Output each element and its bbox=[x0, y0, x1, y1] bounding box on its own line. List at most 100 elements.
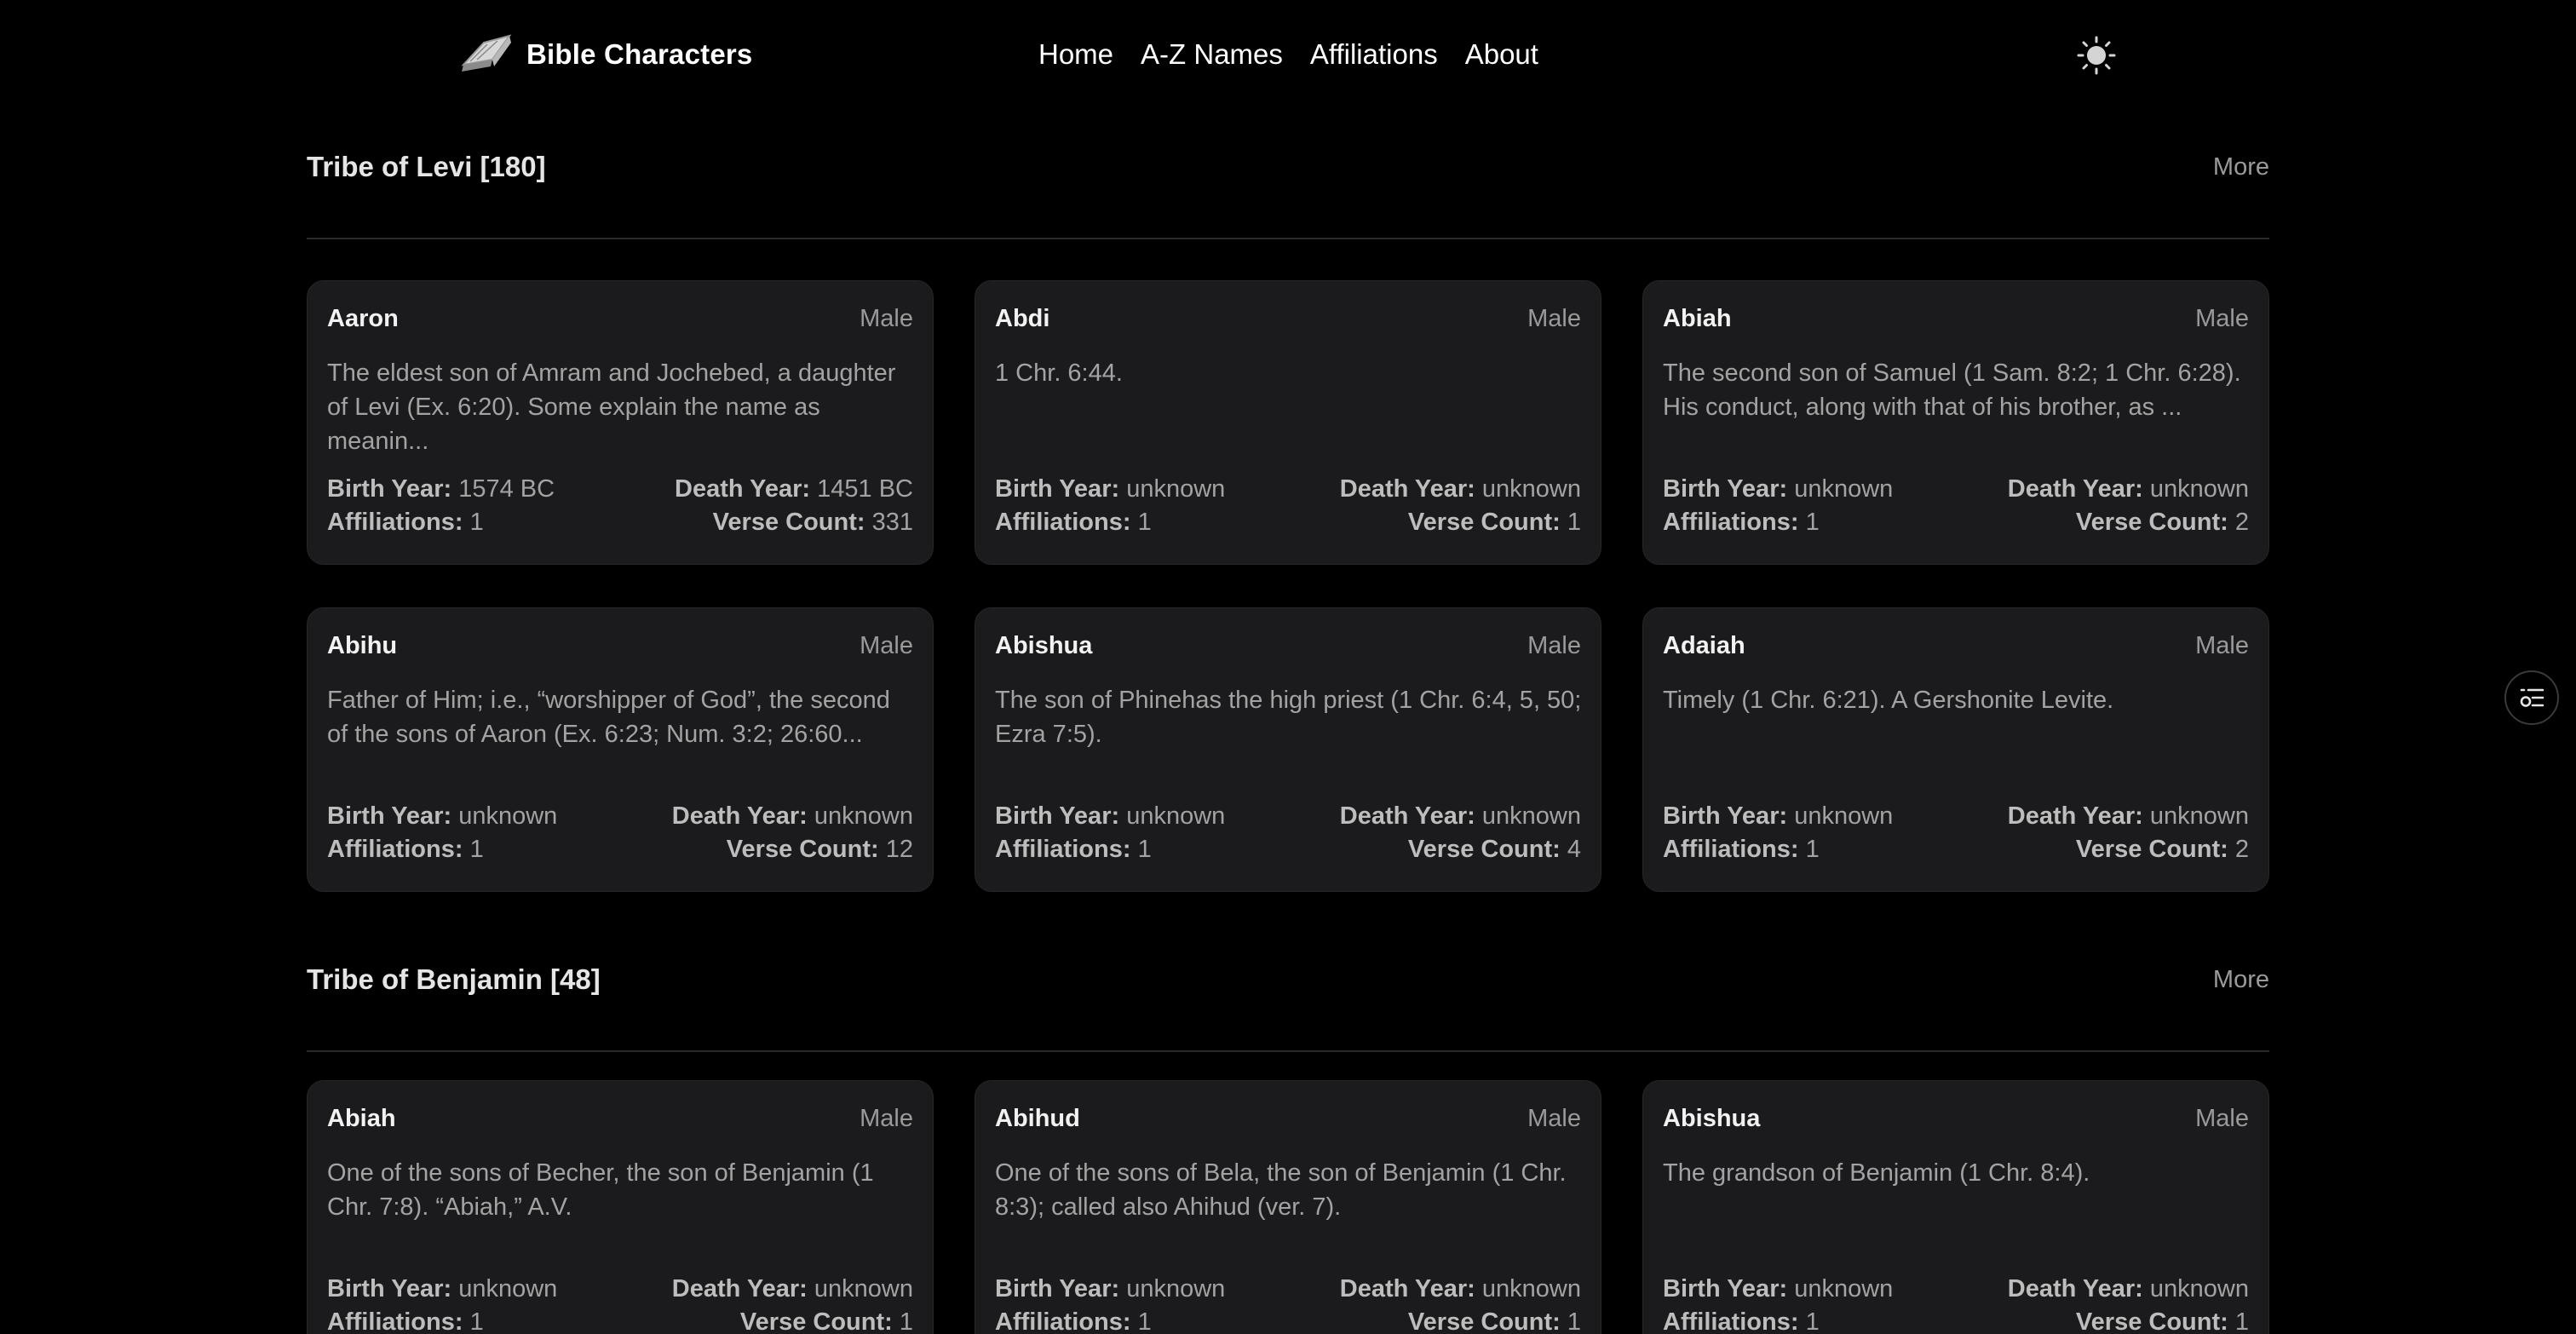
character-card[interactable]: Abishua Male The son of Phinehas the hig… bbox=[975, 607, 1601, 892]
death-year: Death Year: 1451 BC bbox=[675, 474, 913, 504]
character-gender: Male bbox=[1527, 632, 1581, 659]
character-card[interactable]: Abdi Male 1 Chr. 6:44. Birth Year: unkno… bbox=[975, 280, 1601, 565]
birth-year: Birth Year: unknown bbox=[327, 1274, 557, 1304]
affiliations-label: Affiliations: bbox=[995, 836, 1131, 863]
character-description: One of the sons of Bela, the son of Benj… bbox=[995, 1159, 1567, 1221]
verse-count-label: Verse Count: bbox=[726, 836, 879, 863]
character-description: The grandson of Benjamin (1 Chr. 8:4). bbox=[1663, 1159, 2090, 1187]
verse-count-value: 1 bbox=[1567, 1308, 1581, 1334]
death-year: Death Year: unknown bbox=[2008, 474, 2249, 504]
verse-count: Verse Count: 1 bbox=[2076, 1307, 2249, 1334]
affiliations-value: 1 bbox=[1805, 509, 1820, 536]
filter-button[interactable] bbox=[2504, 670, 2559, 725]
site-header: Bible Characters Home A-Z Names Affiliat… bbox=[0, 0, 2576, 111]
affiliations-count: Affiliations: 1 bbox=[1663, 507, 1820, 538]
character-name: Abiah bbox=[327, 1105, 396, 1132]
character-card[interactable]: Abihud Male One of the sons of Bela, the… bbox=[975, 1080, 1601, 1334]
character-name: Abiah bbox=[1663, 305, 1732, 332]
character-gender: Male bbox=[1527, 1105, 1581, 1132]
verse-count: Verse Count: 1 bbox=[740, 1307, 913, 1334]
death-year-label: Death Year: bbox=[2007, 802, 2143, 830]
birth-year: Birth Year: unknown bbox=[1663, 474, 1893, 504]
character-gender: Male bbox=[2195, 632, 2249, 659]
verse-count-label: Verse Count: bbox=[1407, 509, 1561, 536]
nav-about[interactable]: About bbox=[1465, 38, 1538, 71]
birth-year-label: Birth Year: bbox=[995, 475, 1120, 503]
death-year: Death Year: unknown bbox=[672, 801, 913, 831]
affiliations-count: Affiliations: 1 bbox=[1663, 834, 1820, 865]
character-card[interactable]: Aaron Male The eldest son of Amram and J… bbox=[307, 280, 934, 565]
birth-year: Birth Year: unknown bbox=[1663, 1274, 1893, 1304]
character-name: Abishua bbox=[995, 632, 1093, 659]
character-description: Timely (1 Chr. 6:21). A Gershonite Levit… bbox=[1663, 687, 2114, 714]
death-year-value: unknown bbox=[2149, 1275, 2249, 1302]
filter-list-icon bbox=[2520, 688, 2544, 707]
character-gender: Male bbox=[2195, 305, 2249, 332]
verse-count-label: Verse Count: bbox=[2075, 836, 2228, 863]
nav-home[interactable]: Home bbox=[1038, 38, 1113, 71]
death-year-value: unknown bbox=[1481, 475, 1581, 503]
birth-year-value: unknown bbox=[1126, 475, 1226, 503]
death-year: Death Year: unknown bbox=[1340, 801, 1581, 831]
verse-count: Verse Count: 4 bbox=[1408, 834, 1581, 865]
birth-year-value: unknown bbox=[458, 1275, 558, 1302]
nav-a-z-names[interactable]: A-Z Names bbox=[1141, 38, 1283, 71]
character-card[interactable]: Abiah Male The second son of Samuel (1 S… bbox=[1642, 280, 2269, 565]
verse-count-value: 1 bbox=[899, 1308, 913, 1334]
section-title: Tribe of Benjamin [48] bbox=[307, 963, 601, 995]
death-year-value: 1451 BC bbox=[817, 475, 913, 503]
more-link[interactable]: More bbox=[2213, 966, 2269, 993]
verse-count-label: Verse Count: bbox=[712, 509, 865, 536]
birth-year-label: Birth Year: bbox=[1663, 475, 1788, 503]
verse-count-label: Verse Count: bbox=[739, 1308, 893, 1334]
death-year-label: Death Year: bbox=[2007, 1275, 2143, 1302]
death-year-label: Death Year: bbox=[1339, 802, 1475, 830]
verse-count: Verse Count: 2 bbox=[2076, 834, 2249, 865]
verse-count-value: 12 bbox=[885, 836, 913, 863]
character-description: Father of Him; i.e., “worshipper of God”… bbox=[327, 687, 890, 748]
more-link[interactable]: More bbox=[2213, 153, 2269, 181]
main-nav: Home A-Z Names Affiliations About bbox=[1038, 31, 1538, 78]
verse-count-value: 1 bbox=[1567, 509, 1581, 536]
open-bible-icon bbox=[461, 34, 512, 72]
affiliations-label: Affiliations: bbox=[1663, 1308, 1799, 1334]
section-title: Tribe of Levi [180] bbox=[307, 151, 546, 182]
verse-count: Verse Count: 12 bbox=[727, 834, 913, 865]
affiliations-label: Affiliations: bbox=[995, 509, 1131, 536]
section-divider bbox=[307, 1050, 2269, 1052]
death-year-value: unknown bbox=[2149, 802, 2249, 830]
nav-affiliations[interactable]: Affiliations bbox=[1310, 38, 1438, 71]
death-year: Death Year: unknown bbox=[672, 1274, 913, 1304]
character-gender: Male bbox=[860, 1105, 913, 1132]
section-header: Tribe of Levi [180] More bbox=[307, 150, 2269, 235]
verse-count: Verse Count: 2 bbox=[2076, 507, 2249, 538]
verse-count: Verse Count: 1 bbox=[1408, 507, 1581, 538]
character-card[interactable]: Abiah Male One of the sons of Becher, th… bbox=[307, 1080, 934, 1334]
character-card[interactable]: Abishua Male The grandson of Benjamin (1… bbox=[1642, 1080, 2269, 1334]
affiliations-count: Affiliations: 1 bbox=[327, 1307, 484, 1334]
death-year-label: Death Year: bbox=[1339, 475, 1475, 503]
character-card[interactable]: Adaiah Male Timely (1 Chr. 6:21). A Gers… bbox=[1642, 607, 2269, 892]
birth-year: Birth Year: unknown bbox=[995, 801, 1225, 831]
birth-year-label: Birth Year: bbox=[995, 1275, 1120, 1302]
birth-year: Birth Year: 1574 BC bbox=[327, 474, 555, 504]
affiliations-value: 1 bbox=[469, 1308, 484, 1334]
character-name: Abihud bbox=[995, 1105, 1080, 1132]
character-gender: Male bbox=[860, 305, 913, 332]
birth-year-label: Birth Year: bbox=[327, 802, 452, 830]
death-year: Death Year: unknown bbox=[1340, 474, 1581, 504]
brand-link[interactable]: Bible Characters bbox=[458, 31, 752, 78]
verse-count-value: 4 bbox=[1567, 836, 1581, 863]
sun-icon bbox=[2077, 36, 2116, 75]
birth-year-label: Birth Year: bbox=[995, 802, 1120, 830]
affiliations-count: Affiliations: 1 bbox=[995, 834, 1152, 865]
affiliations-label: Affiliations: bbox=[1663, 509, 1799, 536]
theme-toggle-button[interactable] bbox=[2077, 36, 2116, 75]
birth-year-label: Birth Year: bbox=[1663, 802, 1788, 830]
death-year-value: unknown bbox=[1481, 802, 1581, 830]
verse-count-value: 331 bbox=[871, 509, 913, 536]
affiliations-value: 1 bbox=[1805, 1308, 1820, 1334]
character-card[interactable]: Abihu Male Father of Him; i.e., “worship… bbox=[307, 607, 934, 892]
character-name: Abdi bbox=[995, 305, 1050, 332]
affiliations-count: Affiliations: 1 bbox=[327, 834, 484, 865]
